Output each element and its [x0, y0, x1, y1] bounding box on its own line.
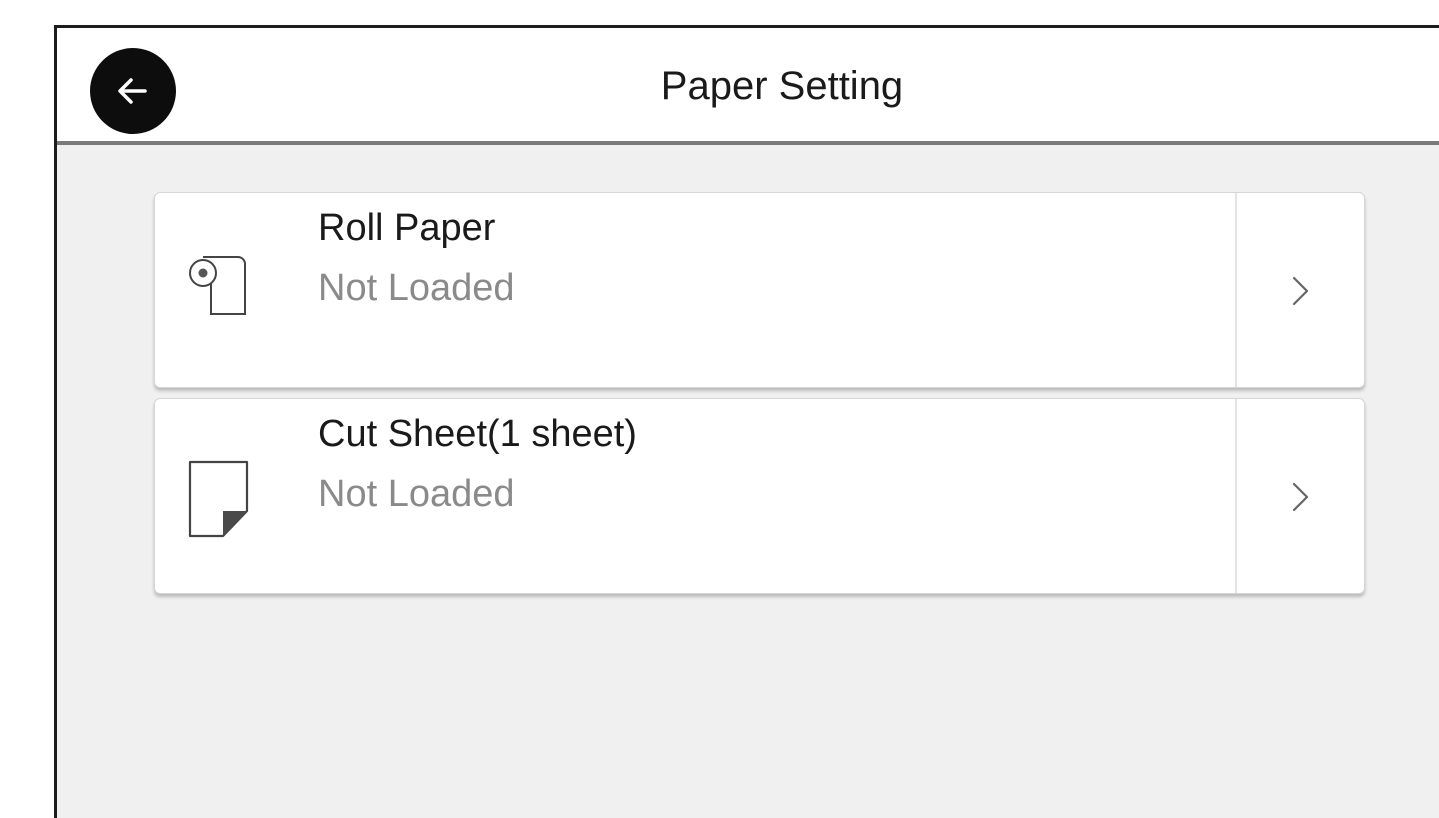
roll-paper-status: Not Loaded — [318, 267, 515, 309]
chevron-right-icon — [1292, 276, 1309, 306]
arrow-left-icon — [118, 78, 147, 104]
chevron-right-icon — [1292, 482, 1309, 512]
cut-sheet-title: Cut Sheet(1 sheet) — [318, 413, 637, 455]
card-divider — [1235, 399, 1237, 593]
cut-sheet-status: Not Loaded — [318, 473, 515, 515]
roll-paper-item[interactable]: Roll Paper Not Loaded — [154, 192, 1365, 388]
cut-sheet-icon — [188, 460, 249, 538]
header-bar: Paper Setting — [57, 28, 1439, 145]
page-title: Paper Setting — [660, 64, 904, 108]
roll-paper-icon — [189, 256, 246, 315]
back-button[interactable] — [90, 48, 176, 134]
cut-sheet-item[interactable]: Cut Sheet(1 sheet) Not Loaded — [154, 398, 1365, 594]
card-divider — [1235, 193, 1237, 387]
roll-paper-title: Roll Paper — [318, 207, 496, 249]
paper-setting-screen: Paper Setting Roll Paper Not Loaded Cut … — [54, 25, 1439, 818]
